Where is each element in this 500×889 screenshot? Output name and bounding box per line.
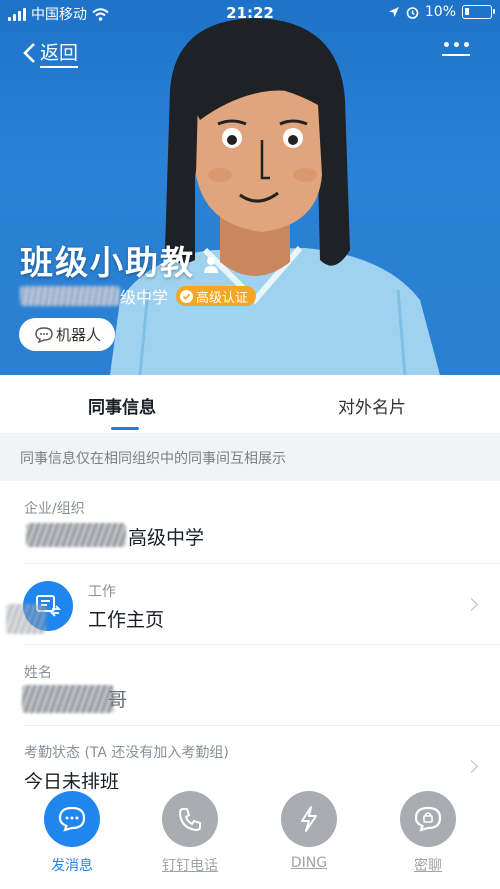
battery-percent: 10%: [424, 4, 456, 20]
battery-icon: [462, 5, 495, 19]
visibility-notice: 同事信息仅在相同组织中的同事间互相展示: [0, 433, 500, 481]
action-bar: 发消息 钉钉电话 DING 密聊: [0, 789, 500, 889]
chevron-left-icon: [23, 43, 35, 63]
chat-bubble-icon: [35, 326, 53, 343]
org-value: 高级中学: [128, 527, 205, 549]
ding-label: DING: [290, 855, 328, 871]
tab-external-card[interactable]: 对外名片: [338, 393, 406, 418]
certification-label: 高级认证: [196, 290, 249, 306]
info-row-attendance[interactable]: 考勤状态 (TA 还没有加入考勤组) 今日未排班: [0, 726, 500, 796]
redacted-org-name: [20, 286, 120, 306]
ding-button[interactable]: DING: [264, 791, 354, 871]
info-row-org: 企业/组织 高级中学: [0, 481, 500, 564]
check-icon: [180, 289, 194, 303]
work-label: 工作: [88, 584, 116, 600]
chevron-right-icon: [465, 760, 478, 773]
org-name-suffix: 级中学: [120, 288, 169, 307]
back-label: 返回: [40, 38, 79, 68]
info-row-work[interactable]: 工作 工作主页: [0, 564, 500, 645]
dingtalk-call-button[interactable]: 钉钉电话: [145, 791, 235, 875]
message-icon: [44, 791, 100, 847]
certification-badge[interactable]: 高级认证: [176, 286, 257, 306]
active-tab-indicator: [111, 427, 139, 430]
secret-chat-label: 密聊: [414, 858, 442, 874]
info-row-name: 姓名 哥: [0, 645, 500, 726]
status-bar: 中国移动 21:22 10%: [0, 0, 500, 26]
profile-name-row: 班级小助教: [20, 236, 219, 284]
secret-chat-icon: [400, 791, 456, 847]
dingtalk-call-label: 钉钉电话: [162, 858, 218, 874]
profile-org-row: 级中学 高级认证: [20, 284, 257, 308]
name-label: 姓名: [24, 665, 52, 681]
work-value: 工作主页: [88, 609, 165, 631]
robot-tag[interactable]: 机器人: [19, 318, 116, 351]
alarm-icon: [406, 6, 419, 19]
attendance-label: 考勤状态 (TA 还没有加入考勤组): [24, 745, 229, 761]
person-icon: [204, 257, 218, 273]
more-dots-icon: [442, 42, 470, 47]
chevron-right-icon: [465, 598, 478, 611]
status-bar-right: 10%: [388, 4, 495, 20]
name-value: 哥: [108, 689, 128, 711]
back-button[interactable]: 返回: [22, 38, 79, 68]
phone-icon: [162, 791, 218, 847]
robot-tag-label: 机器人: [56, 326, 102, 344]
profile-tabs: 同事信息 对外名片: [0, 375, 500, 433]
lightning-icon: [281, 791, 337, 847]
org-label: 企业/组织: [24, 501, 85, 517]
send-message-button[interactable]: 发消息: [27, 791, 117, 875]
send-message-label: 发消息: [51, 858, 93, 874]
more-options-button[interactable]: [442, 42, 470, 66]
redacted-name: [22, 685, 114, 713]
tab-colleague-info[interactable]: 同事信息: [88, 393, 156, 418]
profile-name: 班级小助教: [20, 243, 195, 282]
redacted-org-prefix: [26, 523, 126, 547]
location-arrow-icon: [388, 7, 399, 17]
redacted-mark: [6, 604, 46, 634]
secret-chat-button[interactable]: 密聊: [383, 791, 473, 875]
profile-header: 中国移动 21:22 10% 返回 班级小助教 级中学 高级认证 机器人: [0, 0, 500, 375]
